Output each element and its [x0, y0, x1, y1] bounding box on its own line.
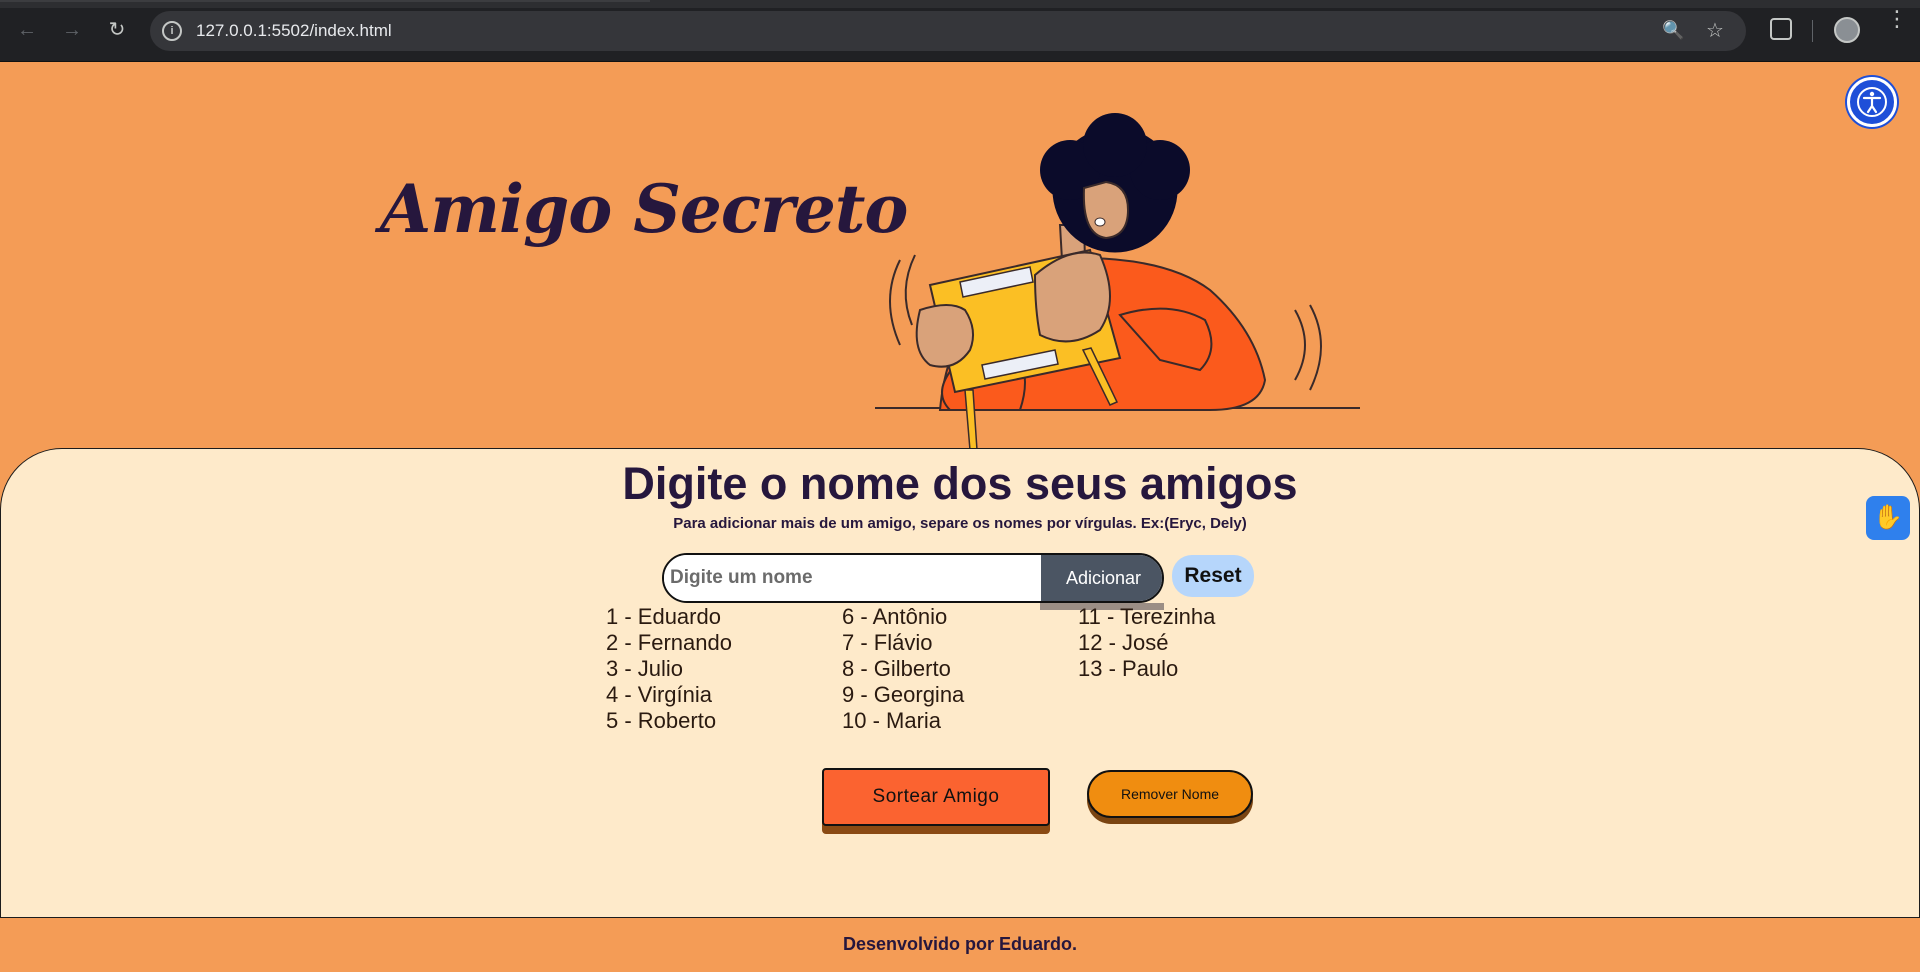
list-item: 13 - Paulo [1078, 656, 1179, 681]
accessibility-icon [1857, 87, 1887, 117]
forward-icon[interactable]: → [58, 16, 86, 44]
list-item: 7 - Flávio [842, 630, 933, 655]
reload-icon[interactable]: ↻ [103, 16, 131, 44]
list-item: 1 - Eduardo [606, 604, 721, 629]
site-info-icon[interactable]: i [162, 21, 182, 41]
list-item: 2 - Fernando [606, 630, 732, 655]
bookmark-star-icon[interactable]: ☆ [1706, 18, 1724, 43]
zoom-icon[interactable]: 🔍 [1662, 20, 1684, 41]
remove-name-button[interactable]: Remover Nome [1087, 770, 1253, 818]
list-item: 5 - Roberto [606, 708, 717, 733]
browser-toolbar: ← → ↻ i 127.0.0.1:5502/index.html 🔍 ☆ ⋮ [0, 0, 1920, 62]
profile-avatar[interactable] [1834, 17, 1860, 43]
list-item: 11 - Terezinha [1078, 604, 1216, 629]
friends-column-3: 11 - Terezinha 12 - José 13 - Paulo [1078, 604, 1318, 682]
person-holding-gift-illustration [875, 113, 1360, 450]
toolbar-divider [1812, 20, 1813, 42]
list-item: 3 - Julio [606, 656, 684, 681]
draw-friend-button[interactable]: Sortear Amigo [822, 768, 1050, 826]
accessibility-button[interactable] [1847, 77, 1897, 127]
footer-credit: Desenvolvido por Eduardo. [842, 934, 1078, 954]
reset-button[interactable]: Reset [1172, 555, 1254, 597]
extensions-icon[interactable] [1770, 18, 1792, 40]
back-icon[interactable]: ← [13, 16, 41, 44]
friends-column-2: 6 - Antônio 7 - Flávio 8 - Gilberto 9 - … [842, 604, 1082, 734]
list-item: 12 - José [1078, 630, 1169, 655]
list-item: 10 - Maria [842, 708, 942, 733]
list-item: 6 - Antônio [842, 604, 948, 629]
section-heading: Digite o nome dos seus amigos [622, 458, 1298, 509]
name-input[interactable] [664, 555, 1042, 601]
list-item: 9 - Georgina [842, 682, 965, 707]
address-url[interactable]: 127.0.0.1:5502/index.html [196, 21, 392, 41]
address-bar[interactable]: i 127.0.0.1:5502/index.html 🔍 ☆ [150, 11, 1746, 51]
add-button[interactable]: Adicionar [1041, 555, 1162, 601]
tab-strip [0, 0, 1920, 8]
friends-list: 1 - Eduardo 2 - Fernando 3 - Julio 4 - V… [606, 604, 1326, 734]
section-subheading: Para adicionar mais de um amigo, separe … [673, 515, 1247, 532]
list-item: 8 - Gilberto [842, 656, 951, 681]
browser-menu-icon[interactable]: ⋮ [1886, 8, 1908, 30]
friends-column-1: 1 - Eduardo 2 - Fernando 3 - Julio 4 - V… [606, 604, 846, 734]
footer: Desenvolvido por Eduardo. [0, 917, 1920, 972]
page-title: Amigo Secreto [380, 170, 908, 248]
name-input-group: Adicionar [662, 553, 1164, 603]
list-item: 4 - Virgínia [606, 682, 712, 707]
